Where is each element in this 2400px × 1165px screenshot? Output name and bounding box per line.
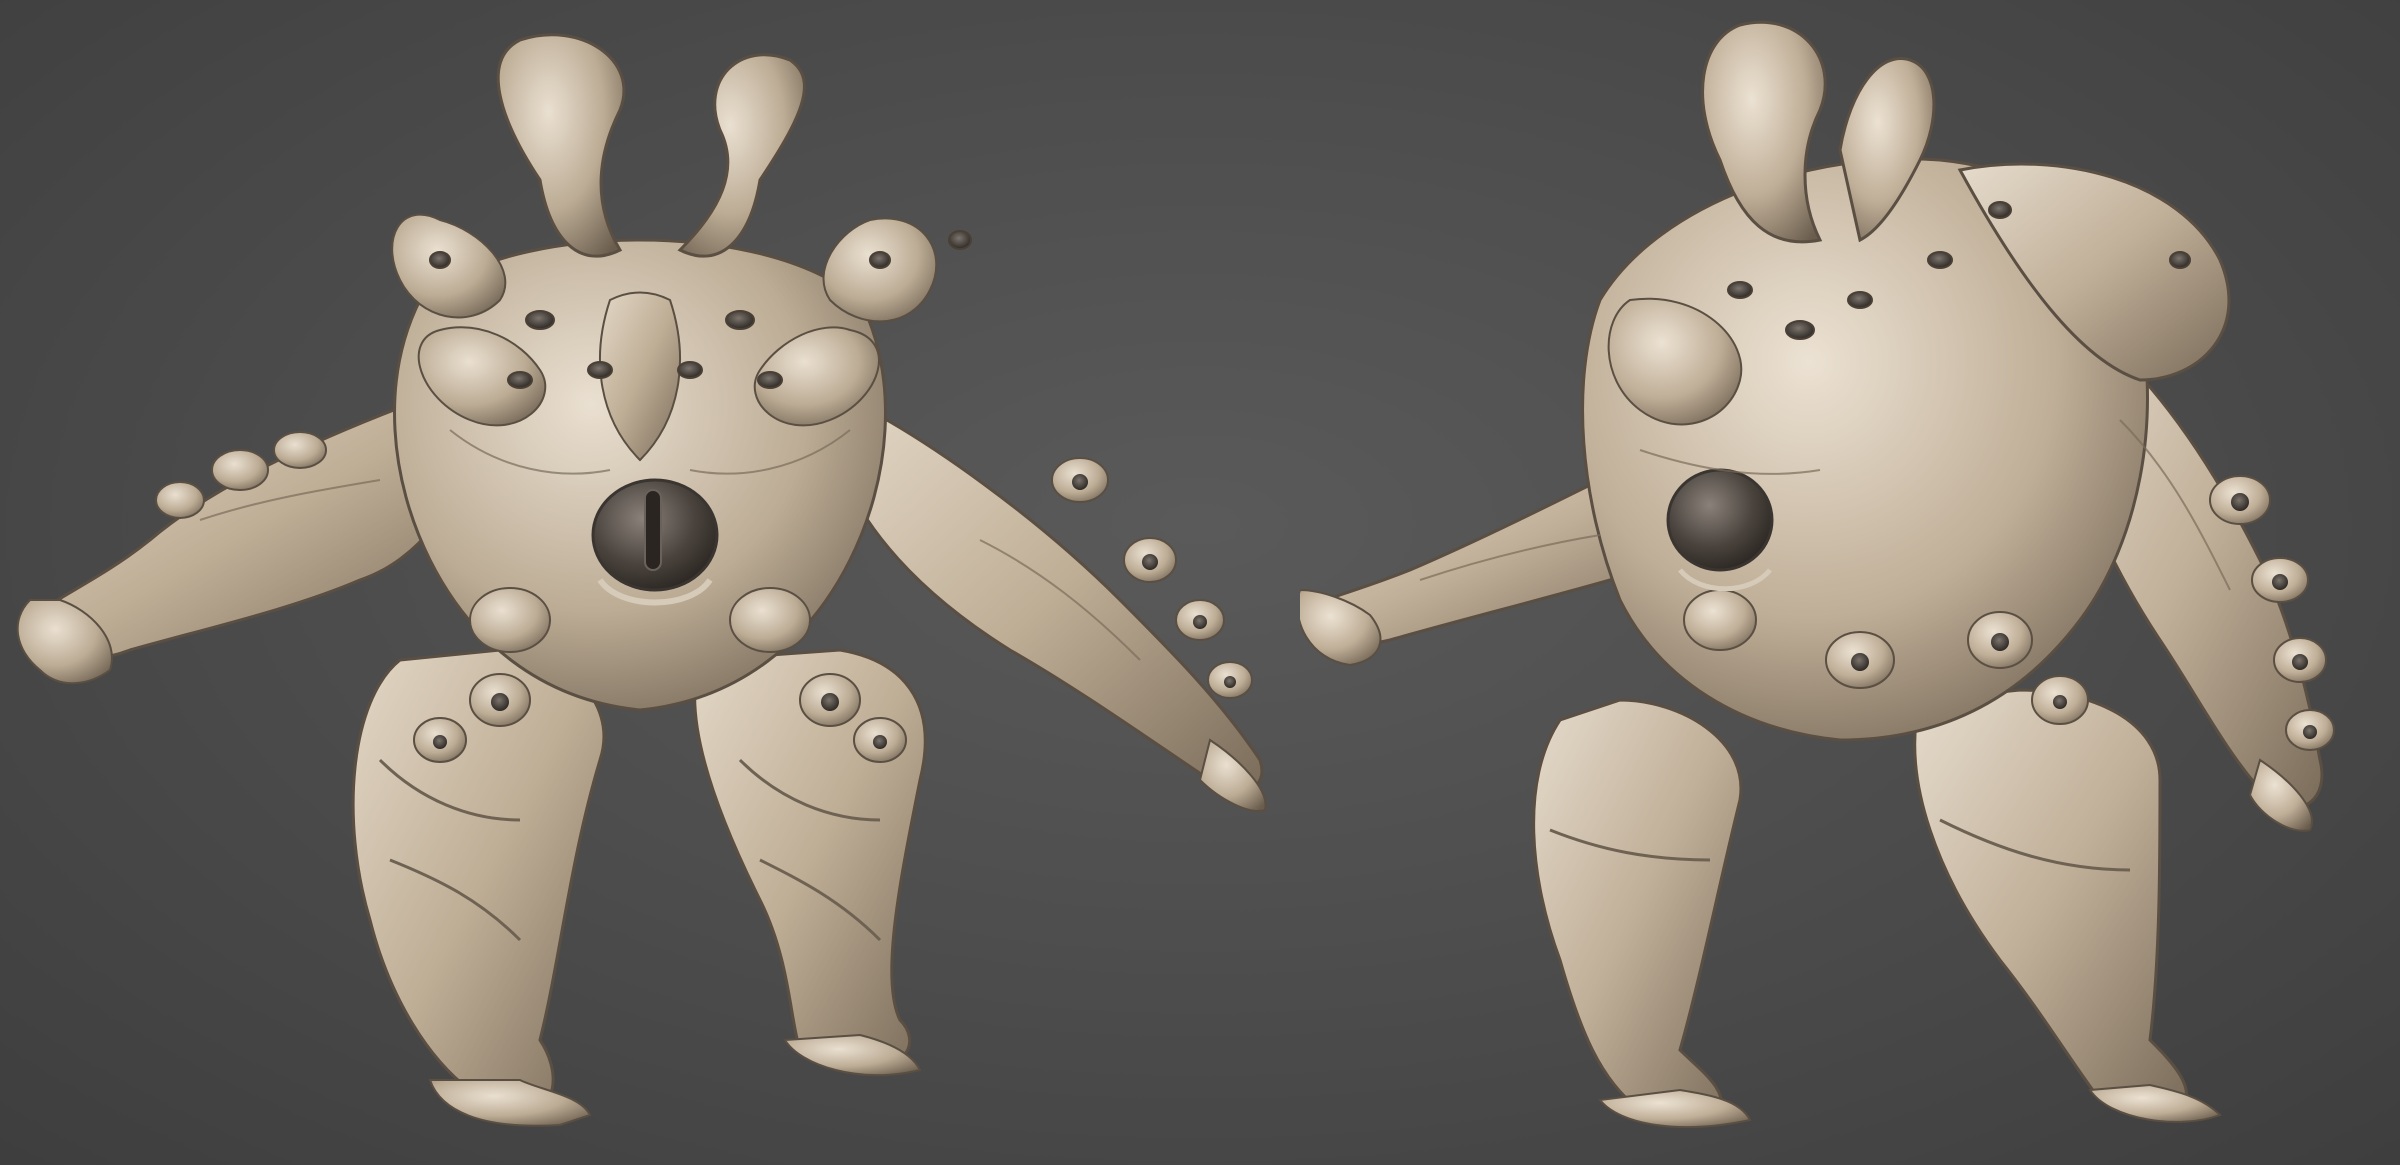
creature-front-sculpt — [16, 33, 1267, 1127]
side-torso — [1581, 157, 2231, 742]
creature-three-quarter-view — [1300, 0, 2400, 1165]
side-legs — [1532, 688, 2222, 1129]
creature-front-view — [0, 0, 1300, 1165]
viewport-canvas — [0, 0, 2400, 1165]
creature-side-sculpt — [1300, 20, 2335, 1129]
